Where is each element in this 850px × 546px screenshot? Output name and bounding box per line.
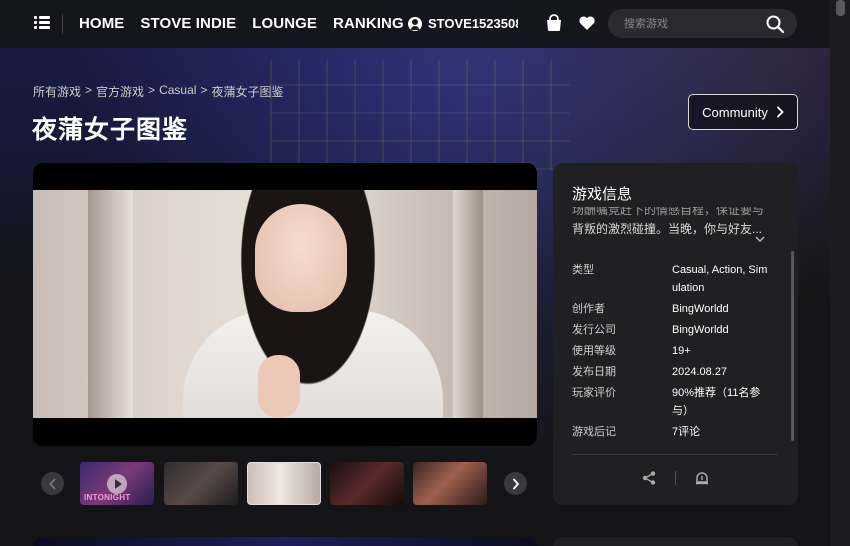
info-row-release-date: 发布日期 2024.08.27	[572, 363, 782, 381]
thumbnail-caption: INTONIGHT	[84, 493, 131, 502]
info-key: 发布日期	[572, 366, 616, 378]
info-value: 19+	[672, 345, 691, 357]
game-description: 场酬嘱竞赶下的情感自程，保证要与 背叛的激烈碰撞。当晚，你与好友...	[572, 207, 772, 245]
community-button[interactable]: Community	[688, 94, 798, 130]
description-line: 场酬嘱竞赶下的情感自程，保证要与	[572, 207, 765, 217]
info-value: Casual, Action, Simulation	[672, 264, 768, 294]
page-title: 夜蒲女子图鉴	[32, 116, 189, 144]
play-icon	[107, 474, 127, 494]
media-viewer[interactable]	[33, 163, 537, 446]
header-divider	[62, 14, 63, 34]
nav-stove-indie[interactable]: STOVE INDIE	[140, 15, 236, 32]
info-table: 类型 Casual, Action, Simulation 创作者 BingWo…	[572, 261, 782, 444]
menu-icon[interactable]	[34, 16, 50, 30]
breadcrumb-all-games[interactable]: 所有游戏	[33, 83, 81, 100]
search-input[interactable]	[624, 17, 764, 30]
chevron-left-icon	[48, 477, 56, 490]
description-line: 背叛的激烈碰撞。当晚，你与好友...	[572, 222, 763, 236]
info-key: 使用等级	[572, 345, 616, 357]
search-box	[608, 9, 797, 38]
gallery-thumbnail-video[interactable]: INTONIGHT	[80, 462, 154, 505]
info-key: 玩家评价	[572, 387, 616, 399]
info-value: 2024.08.27	[672, 366, 728, 378]
breadcrumb-casual[interactable]: Casual	[159, 83, 196, 100]
gallery-next-button[interactable]	[504, 472, 527, 495]
chevron-right-icon	[776, 106, 784, 118]
breadcrumb-current-game[interactable]: 夜蒲女子图鉴	[211, 83, 283, 100]
breadcrumb-official-games[interactable]: 官方游戏	[96, 83, 144, 100]
username: STOVE152350830	[428, 16, 518, 31]
share-icon[interactable]	[641, 470, 657, 486]
info-panel-scrollbar[interactable]	[791, 251, 794, 441]
gallery-prev-button[interactable]	[41, 472, 64, 495]
gallery-thumbnail[interactable]	[330, 462, 404, 505]
gallery-thumbnail-active[interactable]	[247, 462, 321, 505]
breadcrumb: 所有游戏 > 官方游戏 > Casual > 夜蒲女子图鉴	[33, 83, 283, 100]
game-info-panel: 游戏信息 场酬嘱竞赶下的情感自程，保证要与 背叛的激烈碰撞。当晚，你与好友...…	[553, 163, 798, 505]
gallery-thumbnail[interactable]	[164, 462, 238, 505]
info-row-publisher: 发行公司 BingWorldd	[572, 321, 782, 339]
info-value: BingWorldd	[672, 303, 729, 315]
info-divider	[572, 454, 778, 455]
page-scrollbar[interactable]	[830, 0, 850, 546]
action-divider	[675, 471, 676, 485]
top-navigation-bar: HOME STOVE INDIE LOUNGE RANKING STOVE152…	[0, 0, 830, 48]
report-siren-icon[interactable]	[694, 470, 710, 486]
breadcrumb-separator: >	[200, 83, 208, 97]
nav-home[interactable]: HOME	[79, 15, 124, 32]
main-nav: HOME STOVE INDIE LOUNGE RANKING	[79, 15, 404, 32]
info-value: BingWorldd	[672, 324, 729, 336]
page-scrollbar-thumb[interactable]	[836, 0, 845, 16]
wishlist-heart-icon[interactable]	[578, 14, 596, 32]
search-icon[interactable]	[765, 14, 785, 34]
info-panel-title: 游戏信息	[572, 186, 633, 203]
info-key: 游戏后记	[572, 426, 616, 438]
breadcrumb-separator: >	[85, 83, 93, 97]
community-button-label: Community	[702, 104, 768, 120]
info-value-comments-link[interactable]: 7评论	[672, 423, 770, 441]
info-value-reviews-link[interactable]: 90%推荐（11名参与）	[672, 384, 770, 420]
nav-dot-separator	[387, 22, 390, 25]
nav-ranking[interactable]: RANKING	[333, 15, 404, 32]
next-section-panel	[553, 537, 798, 546]
info-row-age-rating: 使用等级 19+	[572, 342, 782, 360]
info-row-game-postscript: 游戏后记 7评论	[572, 423, 782, 441]
nav-lounge[interactable]: LOUNGE	[252, 15, 317, 32]
chevron-right-icon	[512, 477, 519, 490]
info-row-player-reviews: 玩家评价 90%推荐（11名参与）	[572, 384, 782, 420]
next-section-banner	[33, 537, 537, 546]
banner-pattern	[270, 60, 570, 170]
info-key: 类型	[572, 264, 594, 276]
breadcrumb-separator: >	[148, 83, 156, 97]
user-account[interactable]: STOVE152350830	[408, 16, 518, 31]
chevron-down-icon[interactable]	[754, 233, 766, 245]
shopping-bag-icon[interactable]	[545, 14, 563, 32]
info-key: 发行公司	[572, 324, 616, 336]
info-key: 创作者	[572, 303, 605, 315]
screenshot-image	[33, 190, 537, 418]
info-row-genre: 类型 Casual, Action, Simulation	[572, 261, 782, 297]
info-row-creator: 创作者 BingWorldd	[572, 300, 782, 318]
user-avatar-icon	[408, 16, 422, 31]
gallery-thumbnail[interactable]	[413, 462, 487, 505]
